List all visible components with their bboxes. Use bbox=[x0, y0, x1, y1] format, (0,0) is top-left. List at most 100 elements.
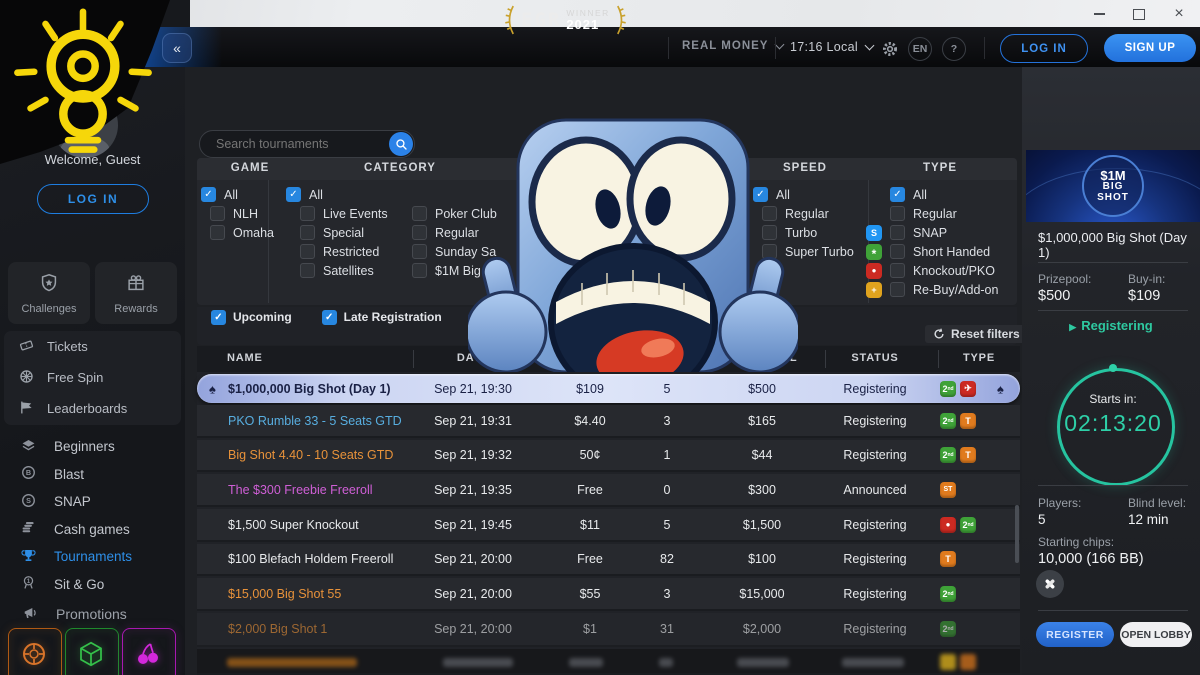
sidebar-item-cash-games[interactable]: Cash games bbox=[0, 516, 185, 544]
table-row[interactable]: Big Shot 4.40 - 10 Seats GTDSep 21, 19:3… bbox=[197, 440, 1020, 472]
prizepool-value: $500 bbox=[1038, 288, 1070, 304]
register-button[interactable]: REGISTER bbox=[1036, 622, 1114, 647]
column-header-name[interactable]: NAME bbox=[227, 352, 263, 364]
ticket-icon bbox=[18, 337, 35, 357]
table-row[interactable]: ♠♠$1,000,000 Big Shot (Day 1)Sep 21, 19:… bbox=[197, 374, 1020, 403]
blind-level-value: 12 min bbox=[1128, 512, 1169, 527]
column-header-status[interactable]: STATUS bbox=[825, 352, 925, 364]
filter-option[interactable]: *✓Short Handed bbox=[866, 244, 998, 259]
sidebar-item-tickets[interactable]: Tickets bbox=[4, 331, 181, 362]
checkbox[interactable]: ✓ bbox=[300, 263, 315, 278]
sidebar-item-blast[interactable]: BBlast bbox=[0, 461, 185, 489]
signup-button[interactable]: SIGN UP bbox=[1104, 34, 1196, 62]
status-filter-upcoming[interactable]: ✓Upcoming bbox=[211, 310, 292, 325]
table-row[interactable]: $15,000 Big Shot 55Sep 21, 20:00$553$15,… bbox=[197, 578, 1020, 611]
filter-option[interactable]: ✓NLH bbox=[210, 206, 274, 221]
badge-ko-icon: ● bbox=[940, 517, 956, 533]
table-row[interactable]: $2,000 Big Shot 1Sep 21, 20:00$131$2,000… bbox=[197, 613, 1020, 647]
checkbox[interactable]: ✓ bbox=[412, 244, 427, 259]
sidebar-item-beginners[interactable]: Beginners bbox=[0, 433, 185, 461]
challenges-tile[interactable]: Challenges bbox=[8, 262, 90, 324]
checkbox[interactable]: ✓ bbox=[890, 206, 905, 221]
checkbox[interactable]: ✓ bbox=[890, 263, 905, 278]
reset-filters-button[interactable]: Reset filters bbox=[925, 325, 1028, 343]
filter-option-label: Re-Buy/Add-on bbox=[913, 283, 998, 297]
checkbox[interactable]: ✓ bbox=[412, 263, 427, 278]
casino-game-tile[interactable] bbox=[65, 628, 119, 675]
language-button[interactable]: EN bbox=[908, 37, 932, 61]
cell-type-badges: T bbox=[940, 551, 956, 567]
starts-in-label: Starts in: bbox=[1057, 392, 1169, 406]
checkbox[interactable]: ✓ bbox=[300, 206, 315, 221]
filter-option[interactable]: +✓Re-Buy/Add-on bbox=[866, 282, 998, 297]
filter-option[interactable]: ●✓Knockout/PKO bbox=[866, 263, 998, 278]
search-icon[interactable] bbox=[389, 132, 413, 156]
svg-text:S: S bbox=[26, 496, 31, 505]
checkbox[interactable]: ✓ bbox=[300, 225, 315, 240]
cell-buyin: $1 bbox=[550, 622, 630, 636]
filter-option[interactable]: ✓Restricted bbox=[300, 244, 388, 259]
cell-type-badges: 2ndT bbox=[940, 447, 976, 463]
cell-name: $100 Blefach Holdem Freeroll bbox=[228, 552, 393, 566]
local-time-dropdown[interactable]: 17:16 Local bbox=[790, 40, 873, 54]
help-button[interactable]: ? bbox=[942, 37, 966, 61]
cell-date: Sep 21, 19:35 bbox=[413, 483, 533, 497]
sidebar-item-snap[interactable]: SSNAP bbox=[0, 488, 185, 516]
sidebar-item-leaderboards[interactable]: Leaderboards bbox=[4, 393, 181, 424]
login-button[interactable]: LOG IN bbox=[1000, 34, 1088, 63]
checkbox[interactable]: ✓ bbox=[890, 282, 905, 297]
real-money-dropdown[interactable]: REAL MONEY bbox=[682, 40, 783, 52]
checkbox[interactable]: ✓ bbox=[210, 225, 225, 240]
checkbox[interactable]: ✓ bbox=[300, 244, 315, 259]
sidebar-item-tournaments[interactable]: Tournaments bbox=[0, 543, 185, 571]
sidebar-item-label: Cash games bbox=[54, 522, 130, 537]
checkbox[interactable]: ✓ bbox=[211, 310, 226, 325]
maximize-button[interactable] bbox=[1122, 4, 1156, 24]
blurred-text bbox=[737, 658, 789, 667]
filter-option[interactable]: S✓SNAP bbox=[866, 225, 998, 240]
sidebar-item-sit-go[interactable]: 1Sit & Go bbox=[0, 571, 185, 599]
badge-2nd-icon: 2nd bbox=[940, 447, 956, 463]
casino-game-tile[interactable] bbox=[122, 628, 176, 675]
status-filter-label: Late Registration bbox=[344, 310, 442, 324]
filter-group-category-col1: ✓Live Events ✓Special ✓Restricted ✓Satellit… bbox=[300, 206, 388, 282]
blurred-text bbox=[842, 658, 904, 667]
checkbox[interactable]: ✓ bbox=[412, 206, 427, 221]
rewards-tile[interactable]: Rewards bbox=[95, 262, 177, 324]
cell-name: PKO Rumble 33 - 5 Seats GTD bbox=[228, 414, 402, 428]
filter-option[interactable]: ✓All bbox=[866, 187, 998, 202]
minimize-button[interactable] bbox=[1082, 4, 1116, 24]
scrollbar-thumb[interactable] bbox=[1015, 505, 1019, 563]
cell-status: Registering bbox=[825, 382, 925, 396]
blurred-badge bbox=[940, 654, 956, 670]
close-button[interactable]: × bbox=[1162, 4, 1196, 24]
checkbox[interactable]: ✓ bbox=[890, 244, 905, 259]
table-row[interactable]: $1,500 Super KnockoutSep 21, 19:45$115$1… bbox=[197, 509, 1020, 542]
table-row[interactable]: The $300 Freebie FreerollSep 21, 19:35Fr… bbox=[197, 474, 1020, 507]
settings-gear-icon[interactable] bbox=[881, 40, 899, 58]
filter-title-type: TYPE bbox=[900, 162, 980, 174]
checkbox[interactable]: ✓ bbox=[412, 225, 427, 240]
filter-option[interactable]: ✓Regular bbox=[866, 206, 998, 221]
filter-option[interactable]: ✓Live Events bbox=[300, 206, 388, 221]
filter-option[interactable]: ✓Satellites bbox=[300, 263, 388, 278]
sidebar-item-free-spin[interactable]: Free Spin bbox=[4, 362, 181, 393]
open-lobby-button[interactable]: OPEN LOBBY bbox=[1120, 622, 1192, 647]
filter-option[interactable]: ✓All bbox=[286, 187, 323, 202]
filter-option[interactable]: ✓Omaha bbox=[210, 225, 274, 240]
checkbox[interactable]: ✓ bbox=[322, 310, 337, 325]
column-header-type[interactable]: TYPE bbox=[938, 352, 1020, 364]
status-filter-late-registration[interactable]: ✓ Late Registration bbox=[322, 310, 442, 325]
cell-players: 82 bbox=[627, 552, 707, 566]
trophy-icon bbox=[20, 547, 37, 567]
checkbox[interactable]: ✓ bbox=[890, 187, 905, 202]
laurel-left-icon bbox=[503, 4, 516, 36]
checkbox[interactable]: ✓ bbox=[210, 206, 225, 221]
casino-game-tile[interactable] bbox=[8, 628, 62, 675]
checkbox[interactable]: ✓ bbox=[890, 225, 905, 240]
table-row[interactable]: $100 Blefach Holdem FreerollSep 21, 20:0… bbox=[197, 544, 1020, 576]
table-row[interactable]: PKO Rumble 33 - 5 Seats GTDSep 21, 19:31… bbox=[197, 405, 1020, 438]
sidebar-item-promotions[interactable]: Promotions bbox=[0, 600, 207, 628]
checkbox[interactable]: ✓ bbox=[286, 187, 301, 202]
filter-option[interactable]: ✓Special bbox=[300, 225, 388, 240]
